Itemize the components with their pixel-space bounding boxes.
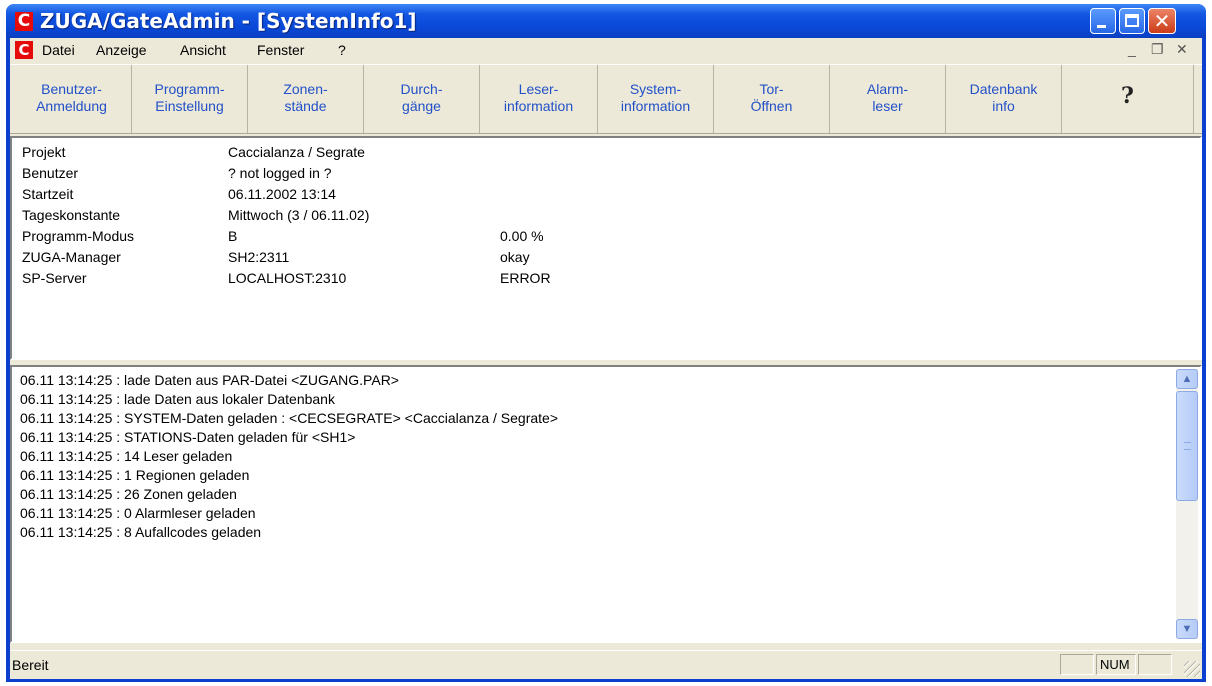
datenbank-info-button[interactable]: Datenbank info — [946, 65, 1062, 133]
log-line: 06.11 13:14:25 : SYSTEM-Daten geladen : … — [20, 410, 559, 426]
status-pane — [1060, 654, 1094, 675]
info-label: Startzeit — [22, 186, 74, 202]
programm-einstellung-button[interactable]: Programm- Einstellung — [132, 65, 248, 133]
systeminformation-button[interactable]: System- information — [598, 65, 714, 133]
menu-anzeige[interactable]: Anzeige — [96, 42, 147, 58]
log-text[interactable]: 06.11 13:14:25 : lade Daten aus PAR-Date… — [20, 371, 1160, 542]
status-pane — [1138, 654, 1172, 675]
tor-oeffnen-button[interactable]: Tor- Öffnen — [714, 65, 830, 133]
scroll-up-icon[interactable]: ▲ — [1176, 369, 1198, 389]
info-label: Tageskonstante — [22, 207, 121, 223]
button-label: Alarm- leser — [866, 81, 909, 114]
scroll-thumb[interactable] — [1176, 391, 1198, 501]
log-line: 06.11 13:14:25 : STATIONS-Daten geladen … — [20, 429, 356, 445]
button-label: Zonen- stände — [283, 81, 328, 114]
button-label: Benutzer- Anmeldung — [36, 81, 107, 114]
menu-datei[interactable]: Datei — [42, 42, 75, 58]
log-line: 06.11 13:14:25 : 1 Regionen geladen — [20, 467, 250, 483]
menu-help[interactable]: ? — [338, 42, 346, 58]
grip-icon — [1184, 442, 1191, 450]
info-label: ZUGA-Manager — [22, 249, 121, 265]
info-value: Caccialanza / Segrate — [228, 144, 365, 160]
menu-fenster[interactable]: Fenster — [257, 42, 304, 58]
resize-grip-icon[interactable] — [1184, 661, 1200, 677]
info-extra: ERROR — [500, 270, 551, 286]
help-question-icon: ? — [1121, 83, 1134, 109]
minimize-icon — [1097, 25, 1106, 28]
log-line: 06.11 13:14:25 : 8 Aufallcodes geladen — [20, 524, 262, 540]
info-value: LOCALHOST:2310 — [228, 270, 347, 286]
mdi-minimize-icon[interactable]: _ — [1128, 41, 1136, 57]
log-line: 06.11 13:14:25 : lade Daten aus PAR-Date… — [20, 372, 399, 388]
menu-ansicht[interactable]: Ansicht — [180, 42, 226, 58]
toolbar: Benutzer- Anmeldung Programm- Einstellun… — [10, 64, 1202, 134]
system-info-panel: Projekt Caccialanza / Segrate Benutzer ?… — [10, 136, 1202, 360]
leserinformation-button[interactable]: Leser- information — [480, 65, 598, 133]
log-scrollbar[interactable]: ▲ ▼ — [1176, 369, 1198, 639]
info-label: Benutzer — [22, 165, 79, 181]
durchgaenge-button[interactable]: Durch- gänge — [364, 65, 480, 133]
button-label: Leser- information — [503, 81, 574, 114]
mdi-close-icon[interactable]: ✕ — [1176, 41, 1188, 58]
status-bar: Bereit NUM — [10, 650, 1202, 679]
close-button[interactable]: ✕ — [1148, 8, 1176, 34]
app-window: C ZUGA/GateAdmin - [SystemInfo1] ✕ C Dat… — [6, 4, 1206, 682]
scroll-down-icon[interactable]: ▼ — [1176, 619, 1198, 639]
button-label: Durch- gänge — [400, 81, 443, 114]
benutzer-anmeldung-button[interactable]: Benutzer- Anmeldung — [12, 65, 132, 133]
zonenstaende-button[interactable]: Zonen- stände — [248, 65, 364, 133]
mdi-restore-icon[interactable]: ❐ — [1151, 41, 1164, 58]
log-line: 06.11 13:14:25 : 0 Alarmleser geladen — [20, 505, 256, 521]
maximize-icon — [1125, 14, 1139, 27]
button-label: Programm- Einstellung — [154, 81, 225, 114]
help-button[interactable]: ? — [1062, 65, 1194, 133]
info-extra: 0.00 % — [500, 228, 544, 244]
client-area: C Datei Anzeige Ansicht Fenster ? _ ❐ ✕ … — [10, 38, 1202, 679]
info-label: Projekt — [22, 144, 66, 160]
window-title: ZUGA/GateAdmin - [SystemInfo1] — [40, 9, 417, 33]
alarmleser-button[interactable]: Alarm- leser — [830, 65, 946, 133]
info-label: Programm-Modus — [22, 228, 135, 244]
log-line: 06.11 13:14:25 : lade Daten aus lokaler … — [20, 391, 335, 407]
info-value: Mittwoch (3 / 06.11.02) — [228, 207, 370, 223]
close-icon: ✕ — [1153, 9, 1171, 33]
log-line: 06.11 13:14:25 : 14 Leser geladen — [20, 448, 233, 464]
log-line: 06.11 13:14:25 : 26 Zonen geladen — [20, 486, 237, 502]
status-text: Bereit — [12, 657, 49, 673]
info-extra: okay — [500, 249, 530, 265]
info-label: SP-Server — [22, 270, 87, 286]
button-label: Tor- Öffnen — [750, 81, 793, 114]
button-label: Datenbank info — [969, 81, 1038, 114]
mdi-document-icon[interactable]: C — [15, 41, 33, 59]
num-lock-indicator: NUM — [1096, 654, 1136, 675]
button-label: System- information — [620, 81, 691, 114]
minimize-button[interactable] — [1090, 8, 1116, 34]
maximize-button[interactable] — [1119, 8, 1145, 34]
info-value: SH2:2311 — [228, 249, 290, 265]
title-bar[interactable]: C ZUGA/GateAdmin - [SystemInfo1] ✕ — [6, 4, 1206, 38]
info-value: 06.11.2002 13:14 — [228, 186, 336, 202]
info-value: ? not logged in ? — [228, 165, 332, 181]
app-logo-icon[interactable]: C — [15, 12, 33, 31]
menu-bar: C Datei Anzeige Ansicht Fenster ? _ ❐ ✕ — [10, 38, 1202, 62]
info-value: B — [228, 228, 238, 244]
log-panel[interactable]: 06.11 13:14:25 : lade Daten aus PAR-Date… — [10, 365, 1202, 643]
